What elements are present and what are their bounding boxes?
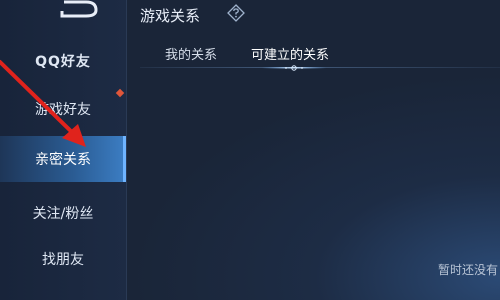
sidebar-item-label: 亲密关系 — [35, 152, 91, 168]
sidebar-item-find-friends[interactable]: 找朋友 — [0, 236, 126, 282]
back-arrow-icon — [60, 0, 98, 18]
sidebar-item-label: 关注/粉丝 — [32, 206, 94, 222]
page-title: 游戏关系 — [140, 7, 201, 25]
back-button[interactable] — [56, 0, 100, 22]
sidebar: QQ好友 游戏好友 亲密关系 关注/粉丝 找朋友 — [0, 0, 127, 300]
sidebar-item-intimate-relations[interactable]: 亲密关系 — [0, 136, 126, 182]
sidebar-item-qq-friends[interactable]: QQ好友 — [0, 38, 126, 84]
tab-buildable-relations[interactable]: 可建立的关系 — [251, 44, 329, 63]
empty-state-text: 暂时还没有 — [438, 263, 499, 277]
question-diamond-icon — [227, 4, 245, 22]
tab-my-relations[interactable]: 我的关系 — [165, 44, 217, 63]
active-tab-indicator — [262, 65, 326, 71]
help-button[interactable] — [227, 4, 245, 22]
sidebar-item-follow-fans[interactable]: 关注/粉丝 — [0, 190, 126, 236]
sidebar-item-label: QQ好友 — [35, 54, 91, 70]
sidebar-item-label: 找朋友 — [42, 252, 84, 268]
sidebar-item-label: 游戏好友 — [35, 102, 91, 118]
sidebar-item-game-friends[interactable]: 游戏好友 — [0, 86, 126, 132]
